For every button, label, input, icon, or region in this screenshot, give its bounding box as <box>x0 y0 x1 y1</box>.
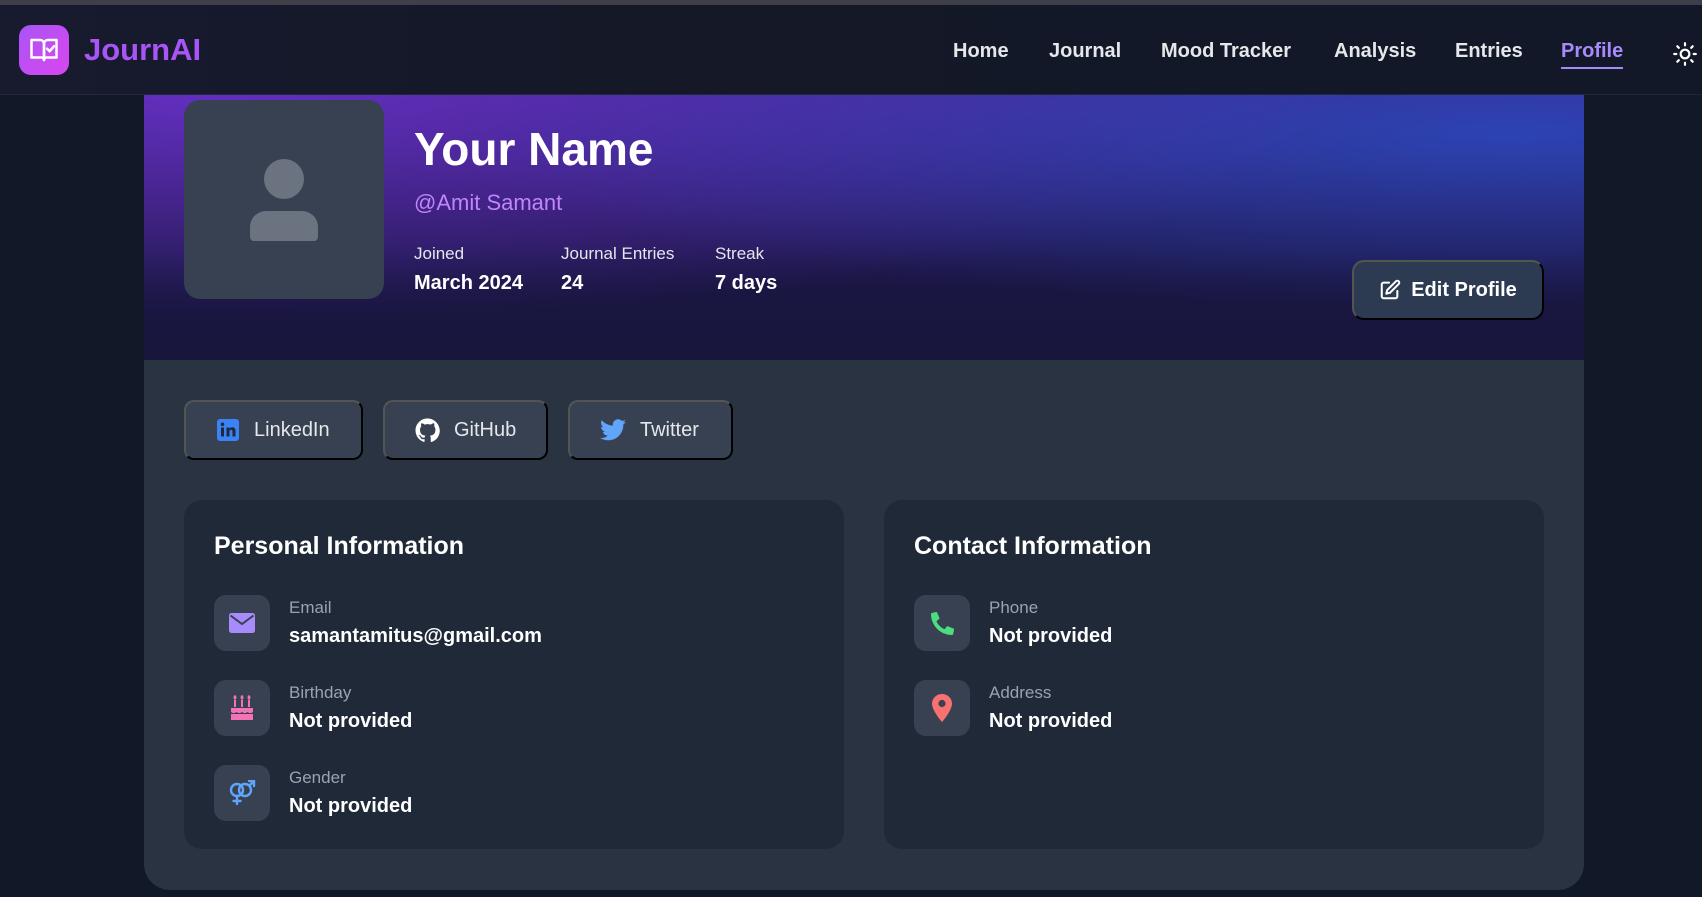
info-value: Not provided <box>989 625 1113 647</box>
info-row-address: Address Not provided <box>914 680 1514 736</box>
gender-icon <box>229 780 256 806</box>
stat-value: March 2024 <box>414 272 523 294</box>
linkedin-icon <box>217 419 239 441</box>
phone-icon-box <box>914 595 970 651</box>
address-icon-box <box>914 680 970 736</box>
github-icon <box>415 418 440 442</box>
cake-icon <box>231 695 253 720</box>
map-pin-icon <box>932 694 952 722</box>
stat-value: 24 <box>561 272 584 294</box>
info-value: Not provided <box>289 710 413 732</box>
info-label: Address <box>989 683 1052 702</box>
avatar[interactable] <box>184 100 384 299</box>
stat-label: Joined <box>414 244 465 263</box>
github-button[interactable]: GitHub <box>383 400 548 460</box>
envelope-icon <box>229 613 255 633</box>
birthday-icon-box <box>214 680 270 736</box>
sun-icon <box>1673 42 1697 66</box>
info-label: Gender <box>289 768 346 787</box>
nav-home[interactable]: Home <box>953 37 1009 65</box>
info-row-email: Email samantamitus@gmail.com <box>214 595 814 651</box>
profile-handle: @Amit Samant <box>414 190 563 215</box>
linkedin-button[interactable]: LinkedIn <box>184 400 363 460</box>
github-label: GitHub <box>454 418 517 441</box>
panel-title: Personal Information <box>214 532 465 560</box>
stat-joined: Joined March 2024 <box>414 243 523 297</box>
linkedin-label: LinkedIn <box>254 418 330 441</box>
nav-entries[interactable]: Entries <box>1455 37 1523 65</box>
navbar: JournAI Home Journal Mood Tracker Analys… <box>0 5 1702 95</box>
user-placeholder-icon <box>250 158 318 241</box>
info-value: Not provided <box>989 710 1113 732</box>
phone-icon <box>931 611 954 635</box>
nav-analysis[interactable]: Analysis <box>1334 37 1416 65</box>
nav-mood-tracker[interactable]: Mood Tracker <box>1161 37 1291 65</box>
nav-profile[interactable]: Profile <box>1561 37 1624 69</box>
twitter-button[interactable]: Twitter <box>568 400 733 460</box>
profile-card: Your Name @Amit Samant Joined March 2024… <box>144 95 1584 890</box>
gender-icon-box <box>214 765 270 821</box>
theme-toggle-button[interactable] <box>1672 41 1698 67</box>
stat-streak: Streak 7 days <box>715 243 777 297</box>
twitter-icon <box>600 419 626 441</box>
nav-journal[interactable]: Journal <box>1049 37 1121 65</box>
panel-title: Contact Information <box>914 532 1152 560</box>
stat-label: Streak <box>715 244 765 263</box>
info-row-birthday: Birthday Not provided <box>214 680 814 736</box>
email-icon-box <box>214 595 270 651</box>
edit-profile-button[interactable]: Edit Profile <box>1352 260 1544 320</box>
personal-information-panel: Personal Information Email samantamitus@… <box>184 500 844 849</box>
stat-label: Journal Entries <box>561 244 675 263</box>
info-row-phone: Phone Not provided <box>914 595 1514 651</box>
info-value: Not provided <box>289 795 413 817</box>
contact-information-panel: Contact Information Phone Not provided A… <box>884 500 1544 849</box>
stat-journal-entries: Journal Entries 24 <box>561 243 674 297</box>
twitter-label: Twitter <box>640 418 699 441</box>
info-label: Phone <box>989 598 1039 617</box>
info-label: Birthday <box>289 683 352 702</box>
profile-name: Your Name <box>414 123 654 175</box>
info-value: samantamitus@gmail.com <box>289 625 542 647</box>
nav-menu: Home Journal Mood Tracker Analysis Entri… <box>0 37 1702 73</box>
info-row-gender: Gender Not provided <box>214 765 814 821</box>
stat-value: 7 days <box>715 272 778 294</box>
edit-icon <box>1380 279 1401 300</box>
info-label: Email <box>289 598 332 617</box>
edit-profile-label: Edit Profile <box>1411 278 1517 301</box>
